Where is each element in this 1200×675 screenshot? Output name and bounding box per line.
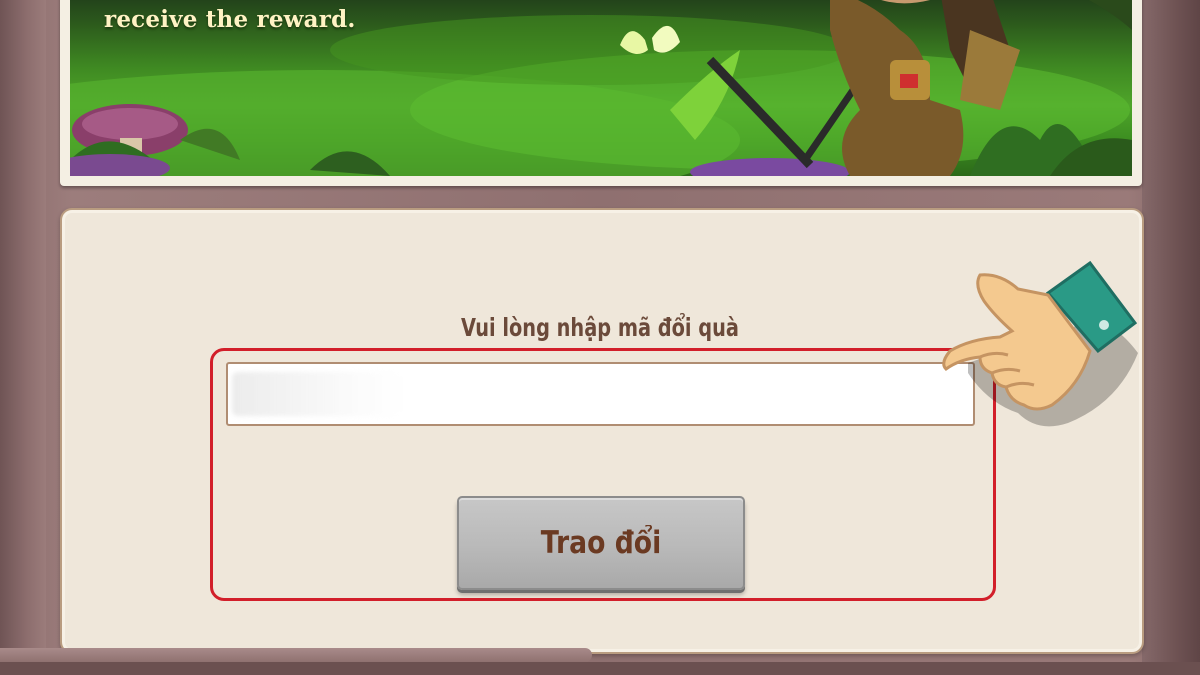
highlight-box — [210, 348, 996, 601]
banner-artwork: receive the reward. — [70, 0, 1132, 176]
frame-left-rail — [0, 0, 46, 675]
pointing-hand-icon — [942, 260, 1138, 427]
bottom-scrollbar[interactable] — [0, 648, 592, 662]
banner-caption: receive the reward. — [104, 6, 356, 33]
event-banner: receive the reward. — [60, 0, 1142, 186]
bottom-frame-strip — [0, 662, 1200, 675]
